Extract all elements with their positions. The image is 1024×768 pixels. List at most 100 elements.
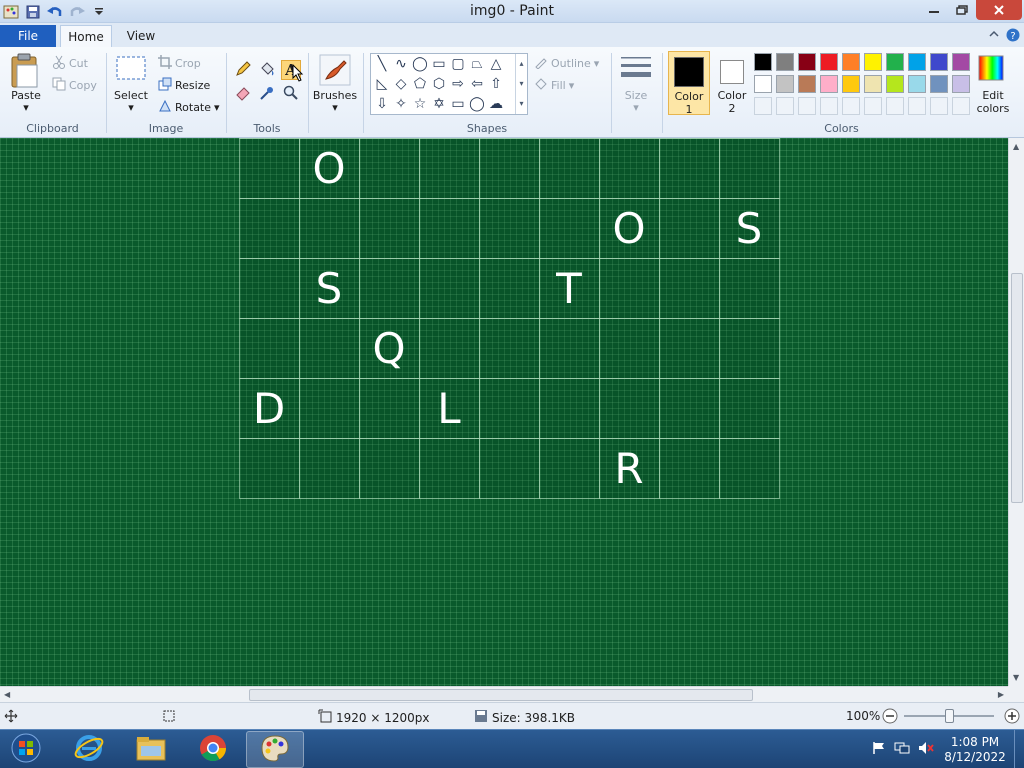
close-button[interactable] (976, 0, 1022, 20)
select-dropdown-icon[interactable]: ▾ (112, 101, 150, 114)
cut-button[interactable]: Cut (52, 55, 88, 72)
palette-empty-slot[interactable] (798, 97, 816, 115)
palette-swatch[interactable] (820, 75, 838, 93)
palette-swatch[interactable] (908, 75, 926, 93)
cloud-callout-shape[interactable]: ☁ (487, 95, 505, 113)
palette-swatch[interactable] (776, 75, 794, 93)
system-clock[interactable]: 1:08 PM 8/12/2022 (940, 735, 1010, 765)
outline-button[interactable]: Outline ▾ (534, 55, 599, 72)
palette-empty-slot[interactable] (776, 97, 794, 115)
zoom-slider-thumb[interactable] (945, 709, 954, 723)
network-icon[interactable] (894, 741, 910, 758)
palette-swatch[interactable] (754, 53, 772, 71)
tab-file[interactable]: File (0, 25, 56, 47)
line-shape[interactable]: ╲ (373, 55, 391, 73)
color1-button[interactable]: Color 1 (668, 51, 710, 116)
palette-swatch[interactable] (930, 53, 948, 71)
zoom-in-button[interactable] (1004, 708, 1020, 724)
palette-swatch[interactable] (864, 75, 882, 93)
fill-tool[interactable] (257, 60, 277, 80)
minimize-button[interactable] (920, 0, 948, 20)
palette-empty-slot[interactable] (908, 97, 926, 115)
palette-empty-slot[interactable] (754, 97, 772, 115)
palette-swatch[interactable] (798, 53, 816, 71)
brushes-dropdown-icon[interactable]: ▾ (312, 101, 358, 114)
color2-button[interactable]: Color 2 (712, 51, 752, 115)
palette-empty-slot[interactable] (820, 97, 838, 115)
scroll-right-icon[interactable]: ▶ (998, 690, 1004, 699)
scroll-left-icon[interactable]: ◀ (4, 690, 10, 699)
scroll-down-icon[interactable]: ▼ (1013, 673, 1019, 682)
down-arrow-shape[interactable]: ⇩ (373, 95, 391, 113)
tab-home[interactable]: Home (60, 25, 112, 47)
palette-swatch[interactable] (886, 75, 904, 93)
volume-muted-icon[interactable] (918, 741, 934, 758)
palette-swatch[interactable] (886, 53, 904, 71)
tab-view[interactable]: View (118, 25, 164, 47)
taskbar-paint[interactable] (246, 731, 304, 768)
resize-button[interactable]: Resize (158, 77, 210, 94)
horizontal-scrollbar[interactable]: ◀ ▶ (0, 686, 1008, 702)
diamond-shape[interactable]: ◇ (392, 75, 410, 93)
copy-button[interactable]: Copy (52, 77, 97, 94)
pencil-tool[interactable] (233, 60, 253, 80)
restore-button[interactable] (948, 0, 976, 20)
four-point-star-shape[interactable]: ✧ (392, 95, 410, 113)
taskbar-internet-explorer[interactable] (60, 731, 118, 768)
up-arrow-shape[interactable]: ⇧ (487, 75, 505, 93)
palette-empty-slot[interactable] (842, 97, 860, 115)
shapes-scroll[interactable]: ▴ ▾ ▾ (515, 54, 527, 114)
minimize-ribbon-icon[interactable] (988, 28, 1000, 45)
action-center-flag-icon[interactable] (872, 741, 886, 758)
palette-swatch[interactable] (754, 75, 772, 93)
palette-swatch[interactable] (930, 75, 948, 93)
rounded-callout-shape[interactable]: ▭ (449, 95, 467, 113)
edit-colors-button[interactable] (976, 53, 1010, 87)
palette-swatch[interactable] (952, 53, 970, 71)
color-picker-tool[interactable] (257, 84, 277, 104)
show-desktop-button[interactable] (1014, 730, 1024, 768)
select-button[interactable] (115, 55, 147, 86)
curve-shape[interactable]: ∿ (392, 55, 410, 73)
taskbar-file-explorer[interactable] (122, 731, 180, 768)
five-point-star-shape[interactable]: ☆ (411, 95, 429, 113)
right-arrow-shape[interactable]: ⇨ (449, 75, 467, 93)
oval-callout-shape[interactable]: ◯ (468, 95, 486, 113)
palette-swatch[interactable] (864, 53, 882, 71)
rotate-button[interactable]: Rotate ▾ (158, 99, 220, 116)
crop-button[interactable]: Crop (158, 55, 201, 72)
triangle-shape[interactable]: △ (487, 55, 505, 73)
paste-dropdown-icon[interactable]: ▾ (8, 101, 44, 114)
brushes-button[interactable] (318, 53, 352, 90)
scroll-up-icon[interactable]: ▲ (1013, 142, 1019, 151)
taskbar-chrome[interactable] (184, 731, 242, 768)
palette-swatch[interactable] (820, 53, 838, 71)
oval-shape[interactable]: ◯ (411, 55, 429, 73)
palette-swatch[interactable] (952, 75, 970, 93)
hexagon-shape[interactable]: ⬡ (430, 75, 448, 93)
zoom-out-button[interactable] (882, 708, 898, 724)
palette-swatch[interactable] (908, 53, 926, 71)
palette-empty-slot[interactable] (864, 97, 882, 115)
size-button[interactable] (620, 55, 652, 86)
size-dropdown-icon[interactable]: ▾ (614, 101, 658, 114)
pentagon-shape[interactable]: ⬠ (411, 75, 429, 93)
vertical-scrollbar[interactable]: ▲ ▼ (1008, 138, 1024, 686)
palette-swatch[interactable] (842, 53, 860, 71)
rounded-rectangle-shape[interactable]: ▢ (449, 55, 467, 73)
horizontal-scroll-thumb[interactable] (249, 689, 753, 701)
fill-button[interactable]: Fill ▾ (534, 77, 574, 94)
six-point-star-shape[interactable]: ✡ (430, 95, 448, 113)
left-arrow-shape[interactable]: ⇦ (468, 75, 486, 93)
palette-swatch[interactable] (776, 53, 794, 71)
drawing-canvas[interactable]: O O S S T Q D L R (0, 138, 1008, 686)
polygon-shape[interactable]: ⏢ (468, 55, 486, 73)
palette-empty-slot[interactable] (930, 97, 948, 115)
magnifier-tool[interactable] (281, 84, 301, 104)
start-button[interactable] (0, 731, 52, 768)
help-icon[interactable]: ? (1006, 28, 1020, 45)
palette-swatch[interactable] (842, 75, 860, 93)
vertical-scroll-thumb[interactable] (1011, 273, 1023, 503)
right-triangle-shape[interactable]: ◺ (373, 75, 391, 93)
palette-swatch[interactable] (798, 75, 816, 93)
